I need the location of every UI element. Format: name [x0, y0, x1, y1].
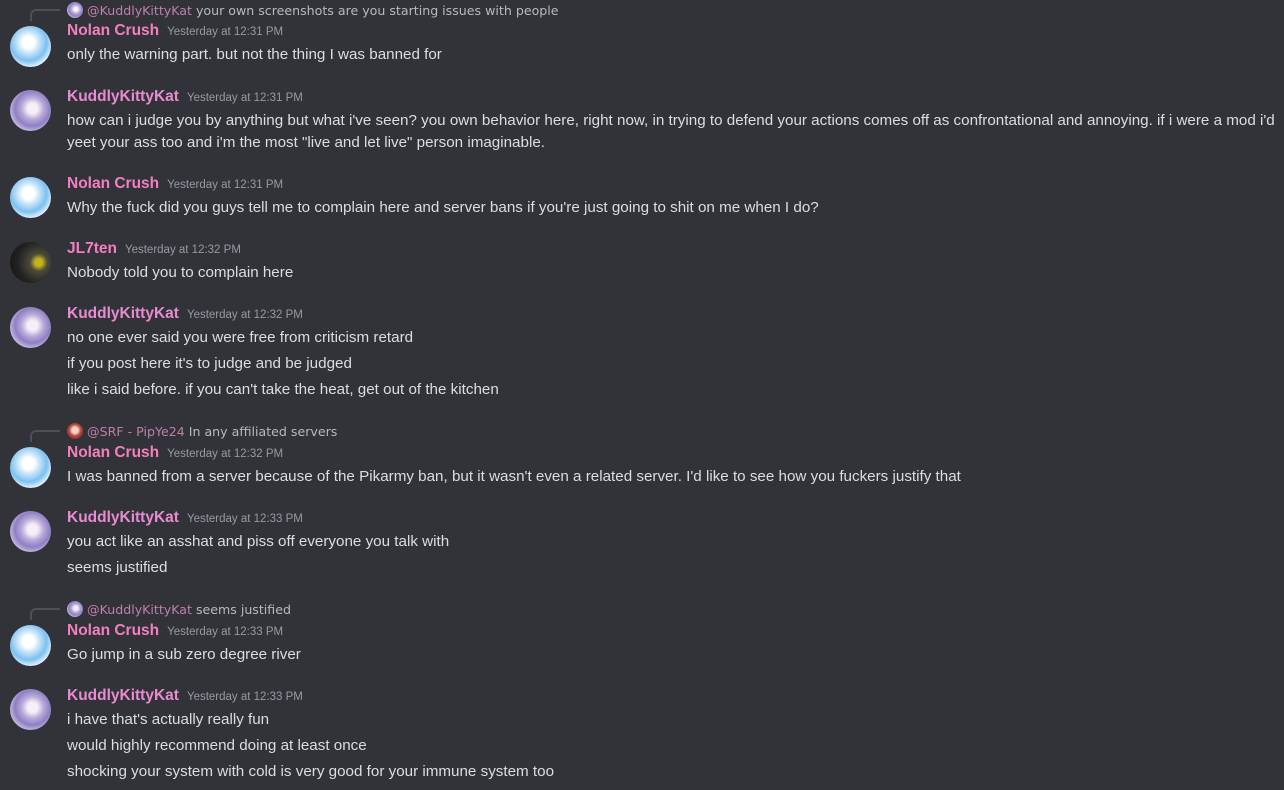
message: KuddlyKittyKat Yesterday at 12:33 PM i h…	[0, 687, 1284, 787]
reply-author[interactable]: @KuddlyKittyKat	[87, 602, 192, 617]
timestamp[interactable]: Yesterday at 12:33 PM	[187, 691, 303, 703]
reply-connector	[30, 430, 60, 442]
message-text: if you post here it's to judge and be ju…	[67, 355, 352, 372]
avatar[interactable]	[10, 177, 51, 218]
timestamp[interactable]: Yesterday at 12:33 PM	[167, 626, 283, 638]
reply-connector	[30, 9, 60, 21]
reply-preview[interactable]: @KuddlyKittyKat your own screenshots are…	[67, 0, 559, 20]
message-text: like i said before. if you can't take th…	[67, 381, 499, 398]
message-text: how can i judge you by anything but what…	[67, 112, 1275, 129]
avatar[interactable]	[10, 447, 51, 488]
message-header: Nolan Crush Yesterday at 12:33 PM	[67, 622, 283, 644]
avatar[interactable]	[10, 511, 51, 552]
reply-text[interactable]: seems justified	[196, 602, 291, 617]
message-header: KuddlyKittyKat Yesterday at 12:31 PM	[67, 88, 303, 110]
username[interactable]: Nolan Crush	[67, 622, 159, 640]
avatar[interactable]	[10, 242, 51, 283]
message: @SRF - PipYe24 In any affiliated servers…	[0, 421, 1284, 491]
message-header: Nolan Crush Yesterday at 12:31 PM	[67, 175, 283, 197]
message: JL7ten Yesterday at 12:32 PM Nobody told…	[0, 240, 1284, 288]
timestamp[interactable]: Yesterday at 12:31 PM	[167, 179, 283, 191]
message-text: seems justified	[67, 559, 168, 576]
reply-avatar	[67, 601, 83, 617]
message-text: i have that's actually really fun	[67, 711, 270, 728]
username[interactable]: Nolan Crush	[67, 444, 159, 462]
message-text: yeet your ass too and i'm the most "live…	[67, 134, 545, 151]
reply-author[interactable]: @KuddlyKittyKat	[87, 3, 192, 18]
message-text: only the warning part. but not the thing…	[67, 46, 442, 63]
username[interactable]: JL7ten	[67, 240, 117, 258]
reply-preview[interactable]: @KuddlyKittyKat seems justified	[67, 599, 291, 619]
message: KuddlyKittyKat Yesterday at 12:32 PM no …	[0, 305, 1284, 401]
username[interactable]: KuddlyKittyKat	[67, 687, 179, 705]
chat-message-list: @KuddlyKittyKat your own screenshots are…	[0, 0, 1284, 790]
message: Nolan Crush Yesterday at 12:31 PM Why th…	[0, 175, 1284, 223]
reply-text[interactable]: your own screenshots are you starting is…	[196, 3, 559, 18]
message: KuddlyKittyKat Yesterday at 12:33 PM you…	[0, 509, 1284, 581]
message-header: JL7ten Yesterday at 12:32 PM	[67, 240, 241, 262]
reply-preview[interactable]: @SRF - PipYe24 In any affiliated servers	[67, 421, 337, 441]
timestamp[interactable]: Yesterday at 12:32 PM	[167, 448, 283, 460]
reply-text[interactable]: In any affiliated servers	[189, 424, 338, 439]
reply-connector	[30, 608, 60, 620]
message-text: shocking your system with cold is very g…	[67, 763, 555, 780]
timestamp[interactable]: Yesterday at 12:32 PM	[125, 244, 241, 256]
message-text: Why the fuck did you guys tell me to com…	[67, 199, 819, 216]
timestamp[interactable]: Yesterday at 12:31 PM	[167, 26, 283, 38]
message-header: KuddlyKittyKat Yesterday at 12:33 PM	[67, 509, 303, 531]
message: @KuddlyKittyKat your own screenshots are…	[0, 0, 1284, 76]
username[interactable]: Nolan Crush	[67, 175, 159, 193]
message-text: you act like an asshat and piss off ever…	[67, 533, 450, 550]
message-text: no one ever said you were free from crit…	[67, 329, 414, 346]
message-header: KuddlyKittyKat Yesterday at 12:32 PM	[67, 305, 303, 327]
timestamp[interactable]: Yesterday at 12:31 PM	[187, 92, 303, 104]
message-text: I was banned from a server because of th…	[67, 468, 961, 485]
message-text: would highly recommend doing at least on…	[67, 737, 367, 754]
message-text: Go jump in a sub zero degree river	[67, 646, 301, 663]
username[interactable]: KuddlyKittyKat	[67, 305, 179, 323]
reply-author[interactable]: @SRF - PipYe24	[87, 424, 185, 439]
timestamp[interactable]: Yesterday at 12:32 PM	[187, 309, 303, 321]
avatar[interactable]	[10, 307, 51, 348]
message-header: Nolan Crush Yesterday at 12:32 PM	[67, 444, 283, 466]
avatar[interactable]	[10, 625, 51, 666]
avatar[interactable]	[10, 26, 51, 67]
message: @KuddlyKittyKat seems justified Nolan Cr…	[0, 599, 1284, 669]
avatar[interactable]	[10, 90, 51, 131]
username[interactable]: Nolan Crush	[67, 22, 159, 40]
reply-avatar	[67, 2, 83, 18]
reply-avatar	[67, 423, 83, 439]
timestamp[interactable]: Yesterday at 12:33 PM	[187, 513, 303, 525]
message-header: KuddlyKittyKat Yesterday at 12:33 PM	[67, 687, 303, 709]
username[interactable]: KuddlyKittyKat	[67, 509, 179, 527]
message-header: Nolan Crush Yesterday at 12:31 PM	[67, 22, 283, 44]
message: KuddlyKittyKat Yesterday at 12:31 PM how…	[0, 88, 1284, 158]
username[interactable]: KuddlyKittyKat	[67, 88, 179, 106]
message-text: Nobody told you to complain here	[67, 264, 294, 281]
avatar[interactable]	[10, 689, 51, 730]
